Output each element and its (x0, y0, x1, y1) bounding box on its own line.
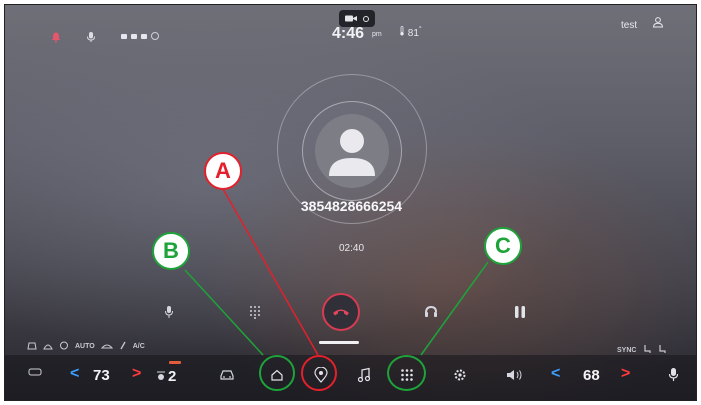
passenger-temp-up-button[interactable]: > (621, 365, 630, 383)
callout-b: B (152, 232, 190, 270)
outside-temperature: 81° (399, 26, 422, 39)
call-duration: 02:40 (338, 243, 365, 254)
passenger-temp-down-button[interactable]: < (551, 365, 560, 383)
status-bar: 4:46 pm 81° test (5, 5, 696, 45)
clock-time: 4:46 (332, 25, 365, 42)
settings-button[interactable] (448, 364, 472, 386)
seat-heat-button[interactable] (27, 364, 43, 380)
microphone-icon (165, 306, 173, 318)
active-call-indicator (319, 341, 359, 344)
person-icon (329, 129, 375, 176)
transfer-audio-icon (425, 305, 437, 317)
highlight-apps (387, 355, 426, 391)
outside-temperature-value: 81 (407, 28, 419, 39)
settings-gear-icon (454, 369, 466, 381)
driver-temp-up-button[interactable]: > (132, 365, 141, 383)
infotainment-screen: 4:46 pm 81° test 3854828666254 02:40 AUT… (4, 4, 697, 401)
keypad-icon (250, 306, 260, 319)
air-circulation-icon[interactable] (59, 341, 69, 352)
degree-mark-icon: ° (418, 26, 422, 33)
user-name[interactable]: test (621, 20, 637, 31)
mute-button[interactable] (160, 302, 178, 322)
rear-defrost-icon[interactable] (27, 341, 37, 352)
fan-speed-button[interactable] (155, 368, 167, 382)
auto-climate-button[interactable]: AUTO (75, 343, 95, 350)
media-button[interactable] (352, 364, 376, 386)
callout-c: C (484, 227, 522, 265)
hold-button[interactable] (510, 302, 530, 322)
ac-button[interactable]: A/C (133, 343, 145, 350)
thermometer-icon (400, 26, 404, 36)
sync-button[interactable]: SYNC (617, 347, 636, 354)
highlight-home (259, 355, 295, 391)
end-call-button[interactable] (322, 293, 360, 331)
indicator-icon (363, 15, 369, 22)
driver-temp-down-button[interactable]: < (70, 365, 79, 383)
highlight-navigation (301, 355, 337, 391)
fan-level: 2 (168, 368, 177, 385)
caller-avatar (315, 114, 389, 188)
climate-quick-controls: AUTO A/C (27, 341, 145, 352)
volume-button[interactable] (503, 364, 527, 386)
fan-level-indicator (169, 361, 181, 364)
vehicle-button[interactable] (217, 364, 237, 386)
car-icon (220, 370, 234, 380)
pause-icon (515, 306, 525, 318)
microphone-icon[interactable] (86, 31, 96, 46)
caller-phone-number: 3854828666254 (300, 198, 403, 214)
front-defrost-icon[interactable] (43, 341, 53, 352)
notification-icon[interactable] (50, 31, 62, 46)
keypad-button[interactable] (245, 302, 265, 322)
fan-icon (157, 371, 165, 380)
music-note-icon (357, 367, 371, 383)
transfer-audio-button[interactable] (421, 302, 441, 322)
recirculate-icon[interactable] (100, 342, 113, 352)
end-call-icon (333, 309, 349, 316)
camera-icon (345, 15, 357, 22)
voice-microphone-icon (668, 367, 678, 381)
callout-a: A (204, 152, 242, 190)
voice-assistant-button[interactable] (665, 364, 681, 384)
status-indicators (121, 32, 159, 40)
seat-heat-icon (28, 368, 42, 376)
volume-icon (507, 370, 522, 380)
user-icon[interactable] (652, 15, 664, 33)
passenger-temperature: 68 (583, 367, 600, 384)
driver-temperature: 73 (93, 367, 110, 384)
heated-steering-icon[interactable] (119, 341, 127, 352)
clock-ampm: pm (372, 31, 382, 38)
